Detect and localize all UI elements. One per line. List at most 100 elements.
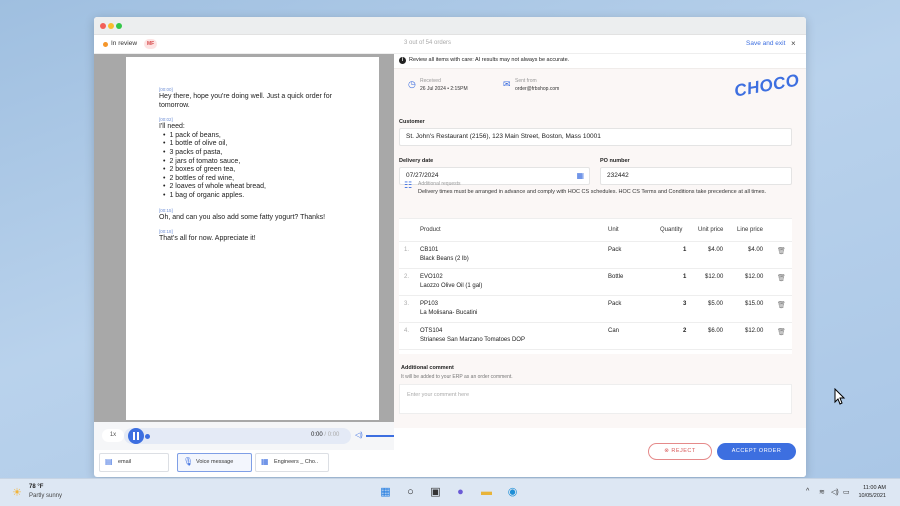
- seek-handle[interactable]: [145, 434, 150, 439]
- mouse-cursor-icon: [834, 388, 846, 405]
- close-icon[interactable]: ×: [791, 39, 796, 48]
- transcript-entry: [00:15] Oh, and can you also add some fa…: [159, 208, 379, 223]
- file-explorer-icon[interactable]: ▬: [479, 485, 494, 500]
- notice-text: Review all items with care: AI results m…: [409, 57, 570, 63]
- product-code: CB101: [420, 247, 439, 253]
- trash-icon[interactable]: 🗑: [777, 274, 786, 282]
- product-name: Strianese San Marzano Tomatoes DOP: [420, 337, 525, 343]
- tab-document[interactable]: ▦ Engineers _ Cho..: [255, 453, 329, 472]
- volume-icon[interactable]: ◁): [355, 431, 363, 439]
- column-header-quantity: Quantity: [660, 227, 683, 233]
- product-name: Black Beans (2 lb): [420, 256, 469, 262]
- minimize-window-button[interactable]: [108, 23, 114, 29]
- edge-browser-icon[interactable]: ◉: [505, 485, 520, 500]
- playback-speed-button[interactable]: 1x: [102, 429, 124, 442]
- title-bar: [94, 17, 806, 35]
- transcript-line: I'll need:: [159, 123, 185, 131]
- additional-requests-label: Additional requests: [418, 181, 461, 187]
- chat-app-icon[interactable]: ●: [453, 485, 468, 500]
- transcript-entry: [00:00] Hey there, hope you're doing wel…: [159, 87, 379, 110]
- timestamp: [00:18]: [159, 229, 173, 235]
- ai-notice: i Review all items with care: AI results …: [399, 57, 569, 64]
- windows-start-icon[interactable]: ▦: [378, 485, 393, 500]
- status-label: In review: [111, 40, 138, 47]
- wifi-icon[interactable]: ≋: [819, 488, 825, 496]
- row-number: 1.: [404, 247, 410, 253]
- attachment-tabs: ▤ email 🎙 Voice message ▦ Engineers _ Ch…: [94, 450, 394, 477]
- timestamp: [00:15]: [159, 207, 173, 213]
- list-item: 2 bottles of red wine,: [163, 175, 339, 184]
- clock-icon: ◷: [408, 79, 416, 89]
- quantity-value[interactable]: 1: [683, 274, 686, 280]
- volume-tray-icon[interactable]: ◁): [831, 488, 839, 496]
- column-header-line-price: Line price: [737, 227, 764, 233]
- calendar-icon[interactable]: ▦: [576, 171, 584, 181]
- line-price-value: $15.00: [745, 301, 764, 307]
- list-item: 3 packs of pasta,: [163, 149, 339, 158]
- order-lines-table: Product Unit Quantity Unit price Line pr…: [399, 218, 792, 354]
- unit-price-value: $6.00: [708, 328, 724, 334]
- received-label: Received: [420, 78, 441, 84]
- unit-value: Bottle: [608, 274, 624, 280]
- customer-field[interactable]: St. John's Restaurant (2156), 123 Main S…: [399, 128, 792, 146]
- task-view-icon[interactable]: ▣: [428, 485, 443, 500]
- transcript-text: Oh, and can you also add some fatty yogu…: [159, 213, 326, 221]
- chevron-up-icon[interactable]: ^: [806, 488, 809, 495]
- app-header: In review MF 3 out of 54 orders Save and…: [94, 35, 806, 54]
- close-window-button[interactable]: [100, 23, 106, 29]
- additional-requests-text: Delivery times must be arranged in advan…: [418, 189, 767, 195]
- order-form-panel: i Review all items with care: AI results …: [394, 54, 806, 477]
- trash-icon[interactable]: 🗑: [777, 328, 786, 336]
- row-number: 4.: [404, 328, 410, 334]
- product-code: OTS104: [420, 328, 443, 334]
- transcript-text: That's all for now. Appreciate it!: [159, 235, 256, 243]
- received-info: ◷ Received 26 Jul 2024 • 2:15PM: [408, 78, 468, 92]
- list-item: 1 bottle of olive oil,: [163, 140, 339, 149]
- list-item: 1 bag of organic apples.: [163, 192, 339, 201]
- table-row[interactable]: 1. CB101 Black Beans (2 lb) Pack 1 $4.00…: [399, 242, 792, 269]
- partly-sunny-icon: ☀: [12, 487, 22, 499]
- product-name: Laozzo Olive Oil (1 gal): [420, 283, 483, 289]
- product-code: PP103: [420, 301, 439, 307]
- delivery-date-value: 07/27/2024: [406, 172, 439, 179]
- tab-email[interactable]: ▤ email: [99, 453, 169, 472]
- time-display: 0:00 / 0:00: [311, 432, 339, 438]
- unit-value: Can: [608, 328, 620, 334]
- sender-info: ✉ Sent from order@frbshop.com: [503, 78, 560, 92]
- tab-label: Voice message: [196, 459, 234, 465]
- comment-label: Additional comment: [401, 365, 454, 371]
- quantity-value[interactable]: 3: [683, 301, 686, 307]
- unit-value: Pack: [608, 301, 622, 307]
- save-and-exit-link[interactable]: Save and exit: [746, 40, 785, 47]
- accept-order-button[interactable]: ACCEPT ORDER: [717, 443, 796, 460]
- table-header: Product Unit Quantity Unit price Line pr…: [399, 219, 792, 242]
- reject-button[interactable]: ⊗ REJECT: [648, 443, 712, 460]
- trash-icon[interactable]: 🗑: [777, 301, 786, 309]
- sender-value: order@frbshop.com: [515, 86, 560, 92]
- line-price-value: $12.00: [745, 328, 764, 334]
- maximize-window-button[interactable]: [116, 23, 122, 29]
- system-clock[interactable]: 11:00 AM 10/05/2021: [840, 484, 886, 500]
- timestamp: [00:02]: [159, 117, 173, 123]
- microphone-icon: 🎙: [183, 457, 194, 466]
- trash-icon[interactable]: 🗑: [777, 247, 786, 255]
- pause-icon[interactable]: [128, 428, 144, 444]
- status-dot-icon: [103, 42, 108, 47]
- tab-voice-message[interactable]: 🎙 Voice message: [177, 453, 252, 472]
- table-row[interactable]: 3. PP103 La Molisana- Bucatini Pack 3 $5…: [399, 296, 792, 323]
- quantity-value[interactable]: 1: [683, 247, 686, 253]
- email-icon: ▤: [105, 457, 113, 466]
- column-header-unit: Unit: [608, 227, 619, 233]
- comment-input[interactable]: Enter your comment here: [399, 384, 792, 414]
- search-icon[interactable]: ○: [403, 485, 418, 500]
- temperature: 78 °F: [29, 484, 44, 490]
- order-counter: 3 out of 54 orders: [404, 40, 452, 46]
- audio-player: 1x 0:00 / 0:00 ◁): [94, 422, 402, 450]
- table-row[interactable]: 4. OTS104 Strianese San Marzano Tomatoes…: [399, 323, 792, 350]
- timestamp: [00:00]: [159, 87, 173, 92]
- column-header-unit-price: Unit price: [698, 227, 724, 233]
- user-avatar[interactable]: MF: [144, 39, 158, 49]
- info-icon: i: [399, 57, 406, 64]
- table-row[interactable]: 2. EVO102 Laozzo Olive Oil (1 gal) Bottl…: [399, 269, 792, 296]
- quantity-value[interactable]: 2: [683, 328, 686, 334]
